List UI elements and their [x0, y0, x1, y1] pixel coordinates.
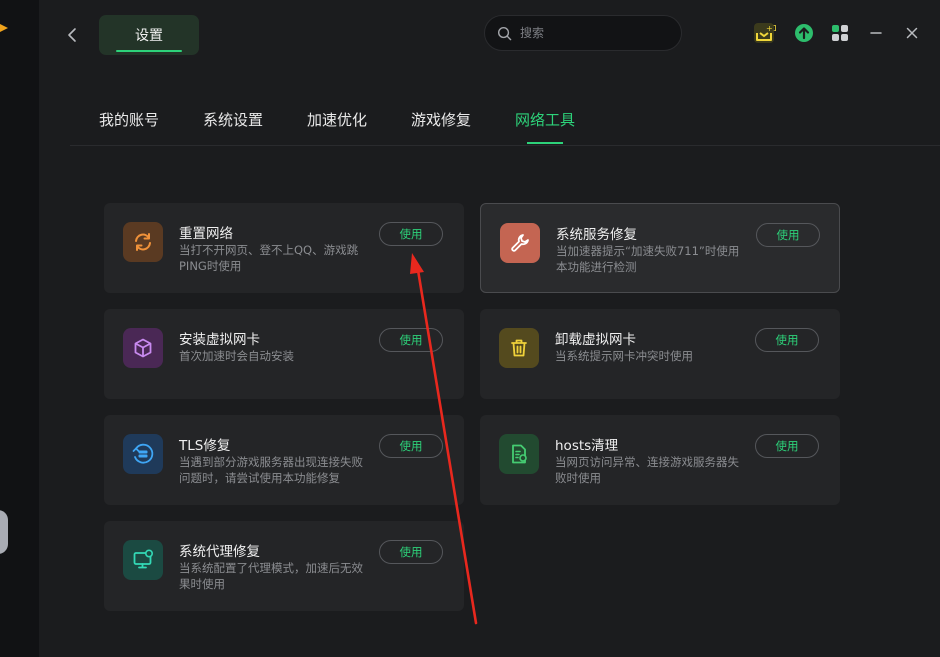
active-tab-indicator: [527, 142, 564, 144]
mascot-icon: [0, 510, 8, 554]
apps-grid-icon: [832, 25, 848, 41]
search-icon: [497, 26, 512, 40]
upload-button[interactable]: [791, 20, 817, 46]
tool-title: TLS修复: [179, 438, 231, 454]
tool-title: 重置网络: [179, 226, 233, 242]
trash-icon: [499, 328, 539, 368]
close-icon: [906, 27, 918, 39]
use-button-reset-network[interactable]: 使用: [379, 222, 443, 246]
tool-title: 安装虚拟网卡: [179, 332, 260, 348]
tool-card-install-virtual-nic: 安装虚拟网卡 首次加速时会自动安装 使用: [104, 309, 464, 399]
refresh-icon: [123, 222, 163, 262]
tool-description: 当系统提示网卡冲突时使用: [555, 349, 693, 363]
use-button-system-service-repair[interactable]: 使用: [756, 223, 820, 247]
cube-icon: [123, 328, 163, 368]
minimize-button[interactable]: [863, 20, 889, 46]
apps-button[interactable]: [827, 20, 853, 46]
minimize-icon: [870, 32, 882, 34]
tab-network-tools[interactable]: 网络工具: [515, 109, 575, 144]
tool-description: 当加速器提示“加速失败711”时使用本功能进行检测: [556, 244, 740, 274]
tool-description: 当网页访问异常、连接游戏服务器失败时使用: [555, 455, 739, 485]
upload-arrow-icon: [795, 24, 813, 42]
use-button-tls-repair[interactable]: 使用: [379, 434, 443, 458]
tool-description: 当打不开网页、登不上QQ、游戏跳PING时使用: [179, 243, 359, 273]
chevron-left-icon: [68, 28, 76, 42]
tab-my-account[interactable]: 我的账号: [99, 109, 159, 130]
tool-card-hosts-clean: hosts清理 当网页访问异常、连接游戏服务器失败时使用 使用: [480, 415, 840, 505]
tool-card-system-service-repair: 系统服务修复 当加速器提示“加速失败711”时使用本功能进行检测 使用: [480, 203, 840, 293]
tab-system-settings[interactable]: 系统设置: [203, 109, 263, 130]
tool-card-reset-network: 重置网络 当打不开网页、登不上QQ、游戏跳PING时使用 使用: [104, 203, 464, 293]
settings-tab[interactable]: 设置: [99, 15, 199, 55]
tool-description: 当遇到部分游戏服务器出现连接失败问题时，请尝试使用本功能修复: [179, 455, 363, 485]
use-button-uninstall-virtual-nic[interactable]: 使用: [755, 328, 819, 352]
gift-box-button[interactable]: +1: [751, 20, 777, 46]
back-button[interactable]: [61, 24, 83, 46]
file-icon: [499, 434, 539, 474]
gift-box-icon: +1: [754, 23, 776, 43]
use-button-install-virtual-nic[interactable]: 使用: [379, 328, 443, 352]
tool-description: 首次加速时会自动安装: [179, 349, 294, 363]
tool-title: 系统代理修复: [179, 544, 260, 560]
tab-acceleration-optimization[interactable]: 加速优化: [307, 109, 367, 130]
svg-text:+1: +1: [766, 24, 776, 33]
tool-card-system-proxy-repair: 系统代理修复 当系统配置了代理模式，加速后无效果时使用 使用: [104, 521, 464, 611]
settings-window: 设置 +1: [39, 0, 940, 657]
use-button-system-proxy-repair[interactable]: 使用: [379, 540, 443, 564]
tool-title: hosts清理: [555, 438, 619, 454]
settings-nav: 我的账号 系统设置 加速优化 游戏修复 网络工具: [70, 100, 940, 146]
settings-tab-underline: [116, 50, 182, 52]
settings-tab-label: 设置: [135, 28, 163, 44]
wrench-icon: [500, 223, 540, 263]
tls-icon: [123, 434, 163, 474]
tab-game-repair[interactable]: 游戏修复: [411, 109, 471, 130]
tool-card-tls-repair: TLS修复 当遇到部分游戏服务器出现连接失败问题时，请尝试使用本功能修复 使用: [104, 415, 464, 505]
close-button[interactable]: [899, 20, 925, 46]
tool-title: 卸载虚拟网卡: [555, 332, 636, 348]
tool-description: 当系统配置了代理模式，加速后无效果时使用: [179, 561, 363, 591]
use-button-hosts-clean[interactable]: 使用: [755, 434, 819, 458]
left-sidebar-strip: [0, 0, 39, 657]
search-box[interactable]: [484, 15, 682, 51]
logo-icon: [0, 24, 8, 32]
monitor-icon: [123, 540, 163, 580]
tool-card-uninstall-virtual-nic: 卸载虚拟网卡 当系统提示网卡冲突时使用 使用: [480, 309, 840, 399]
search-input[interactable]: [518, 25, 658, 41]
tool-title: 系统服务修复: [556, 227, 637, 243]
